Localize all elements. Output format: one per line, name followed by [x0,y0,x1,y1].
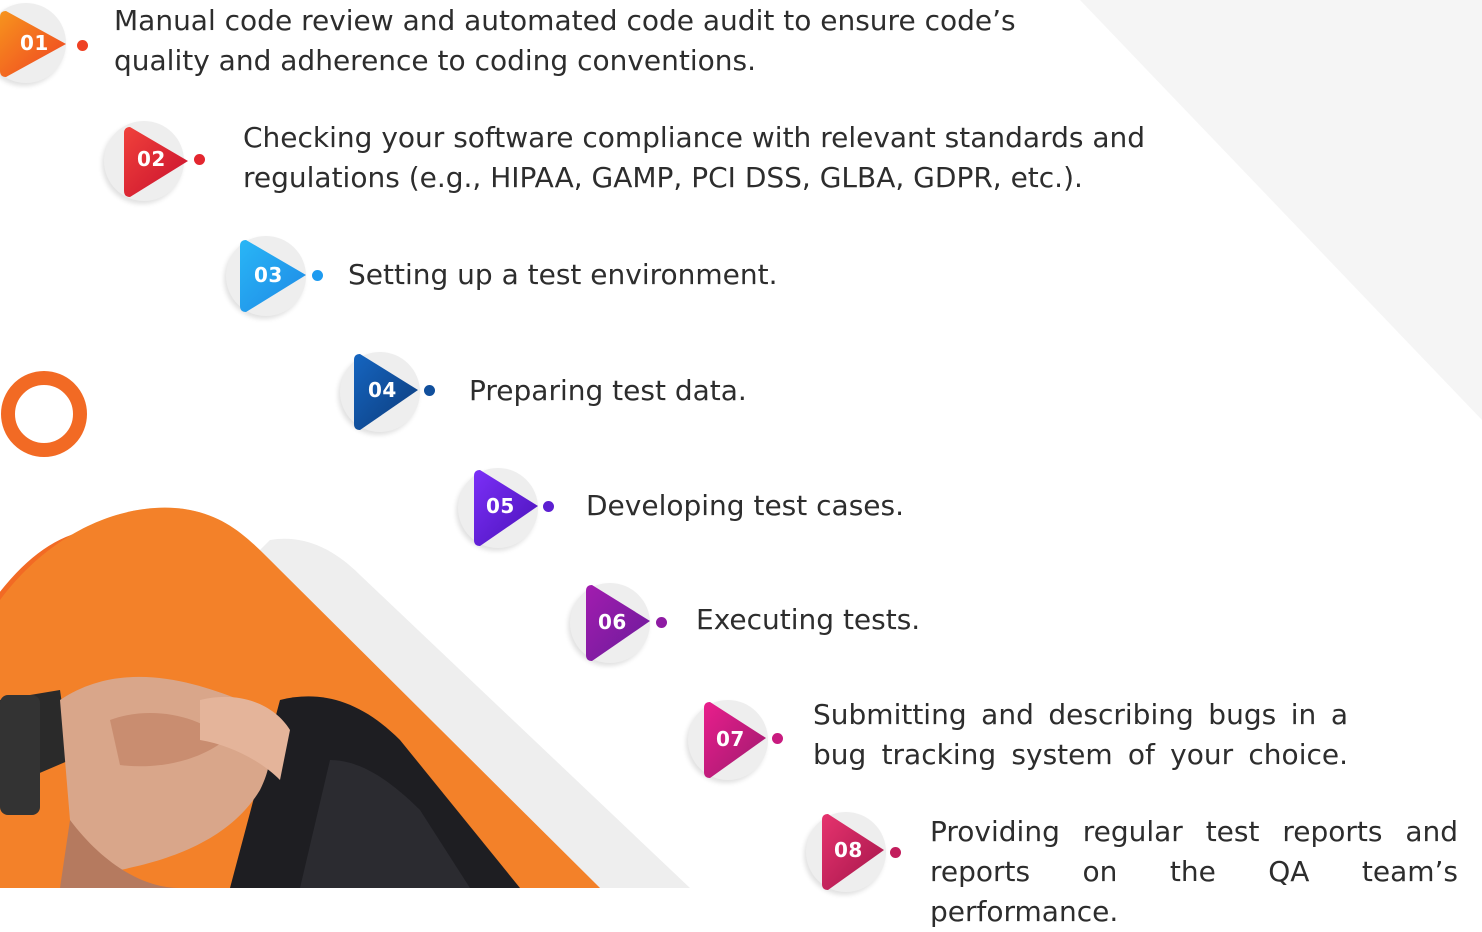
step-number: 06 [598,610,627,634]
step-03-badge: 03 [226,236,318,318]
step-05-dot [543,501,554,512]
step-07-badge: 07 [688,700,780,782]
step-08-dot [890,847,901,858]
step-number: 04 [368,378,397,402]
step-02-dot [194,154,205,165]
step-03-text: Setting up a test environment. [348,258,778,291]
step-number: 02 [137,147,166,171]
step-02-badge: 02 [104,121,196,203]
step-number: 01 [20,31,49,55]
step-number: 03 [254,263,283,287]
step-number: 08 [834,838,863,862]
step-number: 07 [716,727,745,751]
step-number: 05 [486,494,515,518]
step-05-text: Developing test cases. [586,489,904,522]
step-08-badge: 08 [806,812,898,894]
step-06-text: Executing tests. [696,603,921,636]
step-05-badge: 05 [458,468,550,550]
step-06-dot [656,617,667,628]
step-07-dot [772,733,783,744]
step-03-dot [312,270,323,281]
step-02-text: Checking your software compliance with r… [243,121,1146,194]
step-01-badge: 01 [0,3,78,85]
step-01-dot [77,40,88,51]
step-08-text: Providing regular test reports and repor… [930,815,1458,928]
step-07-text: Submitting and describing bugs in a bug … [813,698,1348,771]
step-06-badge: 06 [570,583,662,665]
step-04-text: Preparing test data. [469,374,747,407]
step-04-dot [424,385,435,396]
step-04-badge: 04 [340,352,432,434]
step-01-text: Manual code review and automated code au… [114,4,1016,77]
